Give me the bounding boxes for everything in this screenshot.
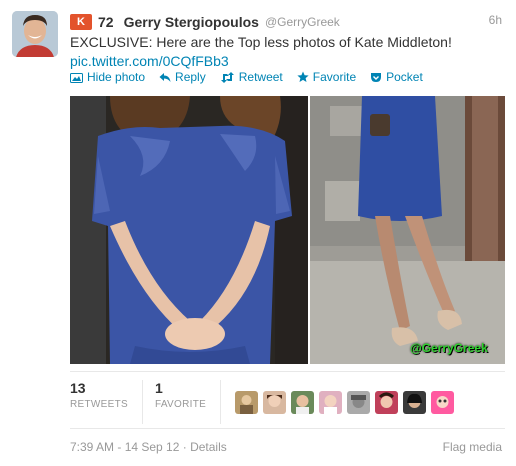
hide-photo-label: Hide photo [87, 70, 146, 84]
tweet-media[interactable]: @GerryGreek [70, 96, 505, 364]
favorite-button[interactable]: Favorite [297, 70, 356, 84]
retweet-icon [220, 71, 234, 83]
retweet-label: Retweet [238, 70, 283, 84]
reply-button[interactable]: Reply [159, 70, 206, 84]
retweets-label: RETWEETS [70, 399, 128, 410]
tweet-actions: Hide photo Reply Retweet Favorite Pocket [70, 70, 423, 84]
media-photo-left [70, 96, 308, 364]
retweeter-avatar[interactable] [291, 390, 315, 414]
author-handle[interactable]: @GerryGreek [265, 15, 340, 29]
reply-label: Reply [175, 70, 206, 84]
tweet-text: EXCLUSIVE: Here are the Top less photos … [70, 33, 500, 71]
tweet-time[interactable]: 6h [489, 13, 502, 27]
author-avatar[interactable] [12, 11, 58, 57]
tweet-media-link[interactable]: pic.twitter.com/0CQfFBb3 [70, 52, 500, 71]
retweeter-avatar[interactable] [319, 390, 343, 414]
favorite-label: Favorite [312, 70, 357, 84]
retweeter-avatar[interactable] [431, 390, 455, 414]
retweeter-avatars [233, 380, 455, 424]
stats-divider-top [70, 371, 505, 372]
retweets-count: 13 [70, 380, 86, 396]
reply-icon [159, 72, 171, 82]
photo-icon [70, 72, 83, 83]
retweeter-avatar[interactable] [375, 390, 399, 414]
author-name[interactable]: Gerry Stergiopoulos [124, 14, 259, 30]
retweeter-avatar[interactable] [403, 390, 427, 414]
klout-icon[interactable]: K [70, 14, 92, 30]
tweet-stats: 13 RETWEETS 1 FAVORITE [70, 380, 455, 424]
retweets-stat[interactable]: 13 RETWEETS [70, 380, 143, 424]
stats-divider-bottom [70, 428, 505, 429]
media-watermark: @GerryGreek [410, 341, 488, 355]
tweet-header: K 72 Gerry Stergiopoulos @GerryGreek [70, 11, 340, 33]
flag-media-link[interactable]: Flag media [443, 440, 502, 454]
klout-score: 72 [98, 14, 114, 30]
retweeter-avatar[interactable] [347, 390, 371, 414]
media-photo-right [310, 96, 505, 364]
favorite-star-icon [297, 71, 309, 82]
favorites-label: FAVORITE [154, 399, 207, 410]
pocket-label: Pocket [386, 70, 423, 84]
pocket-button[interactable]: Pocket [370, 70, 423, 84]
tweet-timestamp[interactable]: 7:39 AM - 14 Sep 12 · Details [70, 440, 227, 454]
tweet-body: EXCLUSIVE: Here are the Top less photos … [70, 34, 452, 50]
retweet-button[interactable]: Retweet [220, 70, 283, 84]
favorites-stat[interactable]: 1 FAVORITE [154, 380, 222, 424]
retweeter-avatar[interactable] [235, 390, 259, 414]
favorites-count: 1 [154, 380, 163, 396]
hide-photo-button[interactable]: Hide photo [70, 70, 145, 84]
pocket-icon [371, 72, 382, 82]
retweeter-avatar[interactable] [263, 390, 287, 414]
